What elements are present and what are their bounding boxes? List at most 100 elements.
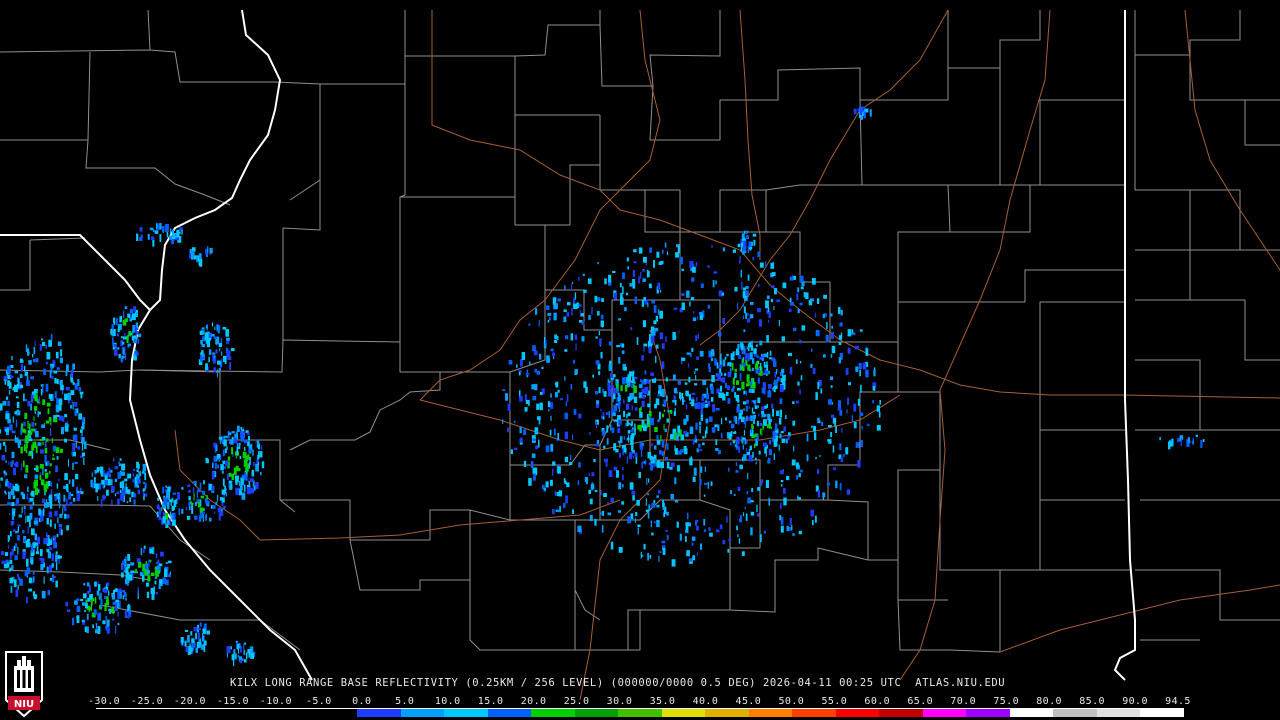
echo-pixel <box>624 385 628 392</box>
echo-pixel <box>43 502 48 508</box>
echo-pixel <box>673 307 678 310</box>
echo-pixel <box>578 462 581 468</box>
echo-pixel <box>799 389 801 395</box>
echo-pixel <box>657 490 661 494</box>
echo-pixel <box>613 443 617 451</box>
echo-pixel <box>747 312 749 316</box>
echo-pixel <box>660 461 664 468</box>
echo-pixel <box>81 452 85 457</box>
echo-pixel <box>157 224 160 231</box>
echo-pixel <box>198 502 201 508</box>
echo-pixel <box>831 325 833 329</box>
echo-pixel <box>608 364 613 371</box>
echo-pixel <box>695 261 698 267</box>
scale-tick-label: 45.0 <box>735 696 762 707</box>
echo-pixel <box>11 565 14 571</box>
echo-pixel <box>10 531 12 537</box>
echo-pixel <box>783 426 786 432</box>
echo-pixel <box>555 509 560 512</box>
echo-pixel <box>698 443 701 448</box>
echo-pixel <box>0 429 1 434</box>
echo-pixel <box>665 529 668 532</box>
colorbar-segment <box>270 709 314 717</box>
echo-pixel <box>76 605 81 612</box>
echo-pixel <box>106 627 110 634</box>
echo-pixel <box>728 538 732 542</box>
echo-pixel <box>620 297 624 305</box>
echo-pixel <box>700 283 704 288</box>
echo-pixel <box>125 597 127 601</box>
echo-pixel <box>657 309 659 315</box>
echo-pixel <box>156 511 159 518</box>
echo-pixel <box>39 474 42 481</box>
echo-pixel <box>47 551 51 559</box>
echo-pixel <box>748 406 750 409</box>
echo-pixel <box>671 559 676 567</box>
echo-pixel <box>855 366 859 372</box>
echo-pixel <box>595 360 600 365</box>
echo-pixel <box>658 385 662 391</box>
echo-pixel <box>513 420 516 423</box>
echo-pixel <box>51 375 54 379</box>
scale-tick-label: 85.0 <box>1079 696 1105 707</box>
echo-pixel <box>205 325 208 329</box>
echo-pixel <box>664 456 668 461</box>
echo-pixel <box>770 298 773 303</box>
echo-pixel <box>840 309 843 316</box>
echo-pixel <box>572 281 574 284</box>
echo-pixel <box>23 421 26 427</box>
echo-pixel <box>147 575 151 582</box>
echo-pixel <box>194 643 196 648</box>
echo-pixel <box>144 486 146 491</box>
echo-pixel <box>530 461 534 469</box>
echo-pixel <box>618 440 620 444</box>
echo-pixel <box>30 560 34 565</box>
echo-pixel <box>757 251 761 257</box>
echo-pixel <box>35 431 39 438</box>
echo-pixel <box>51 437 53 444</box>
echo-pixel <box>751 407 754 413</box>
echo-pixel <box>674 448 678 455</box>
echo-pixel <box>170 499 172 506</box>
echo-pixel <box>633 396 638 403</box>
echo-pixel <box>65 601 68 607</box>
colorbar-segment <box>748 709 793 717</box>
echo-pixel <box>55 414 60 417</box>
echo-pixel <box>662 545 666 549</box>
echo-pixel <box>627 257 629 262</box>
echo-pixel <box>662 547 666 555</box>
echo-pixel <box>691 347 694 352</box>
scale-tick-label: 55.0 <box>821 696 848 707</box>
echo-pixel <box>61 529 63 536</box>
echo-pixel <box>226 350 231 358</box>
echo-pixel <box>799 469 803 473</box>
echo-pixel <box>661 389 665 397</box>
echo-pixel <box>822 492 826 498</box>
echo-pixel <box>776 299 781 303</box>
echo-pixel <box>63 494 66 502</box>
echo-pixel <box>755 457 757 460</box>
echo-pixel <box>806 454 809 462</box>
echo-pixel <box>734 368 737 372</box>
echo-pixel <box>765 480 769 488</box>
echo-pixel <box>114 478 118 483</box>
echo-pixel <box>712 404 716 413</box>
echo-pixel <box>599 338 602 346</box>
echo-pixel <box>625 403 630 410</box>
echo-pixel <box>667 410 670 413</box>
echo-pixel <box>24 399 28 402</box>
echo-pixel <box>847 329 852 337</box>
echo-pixel <box>181 508 184 514</box>
echo-pixel <box>518 371 521 376</box>
echo-pixel <box>133 306 136 312</box>
scale-tick-label: 25.0 <box>563 696 590 707</box>
echo-pixel <box>612 387 617 394</box>
echo-pixel <box>563 316 567 323</box>
colorbar-segment <box>400 709 445 717</box>
echo-pixel <box>686 512 689 520</box>
echo-pixel <box>567 302 571 306</box>
echo-pixel <box>31 528 35 536</box>
echo-pixel <box>700 417 704 421</box>
echo-pixel <box>572 434 574 440</box>
echo-pixel <box>94 581 97 587</box>
